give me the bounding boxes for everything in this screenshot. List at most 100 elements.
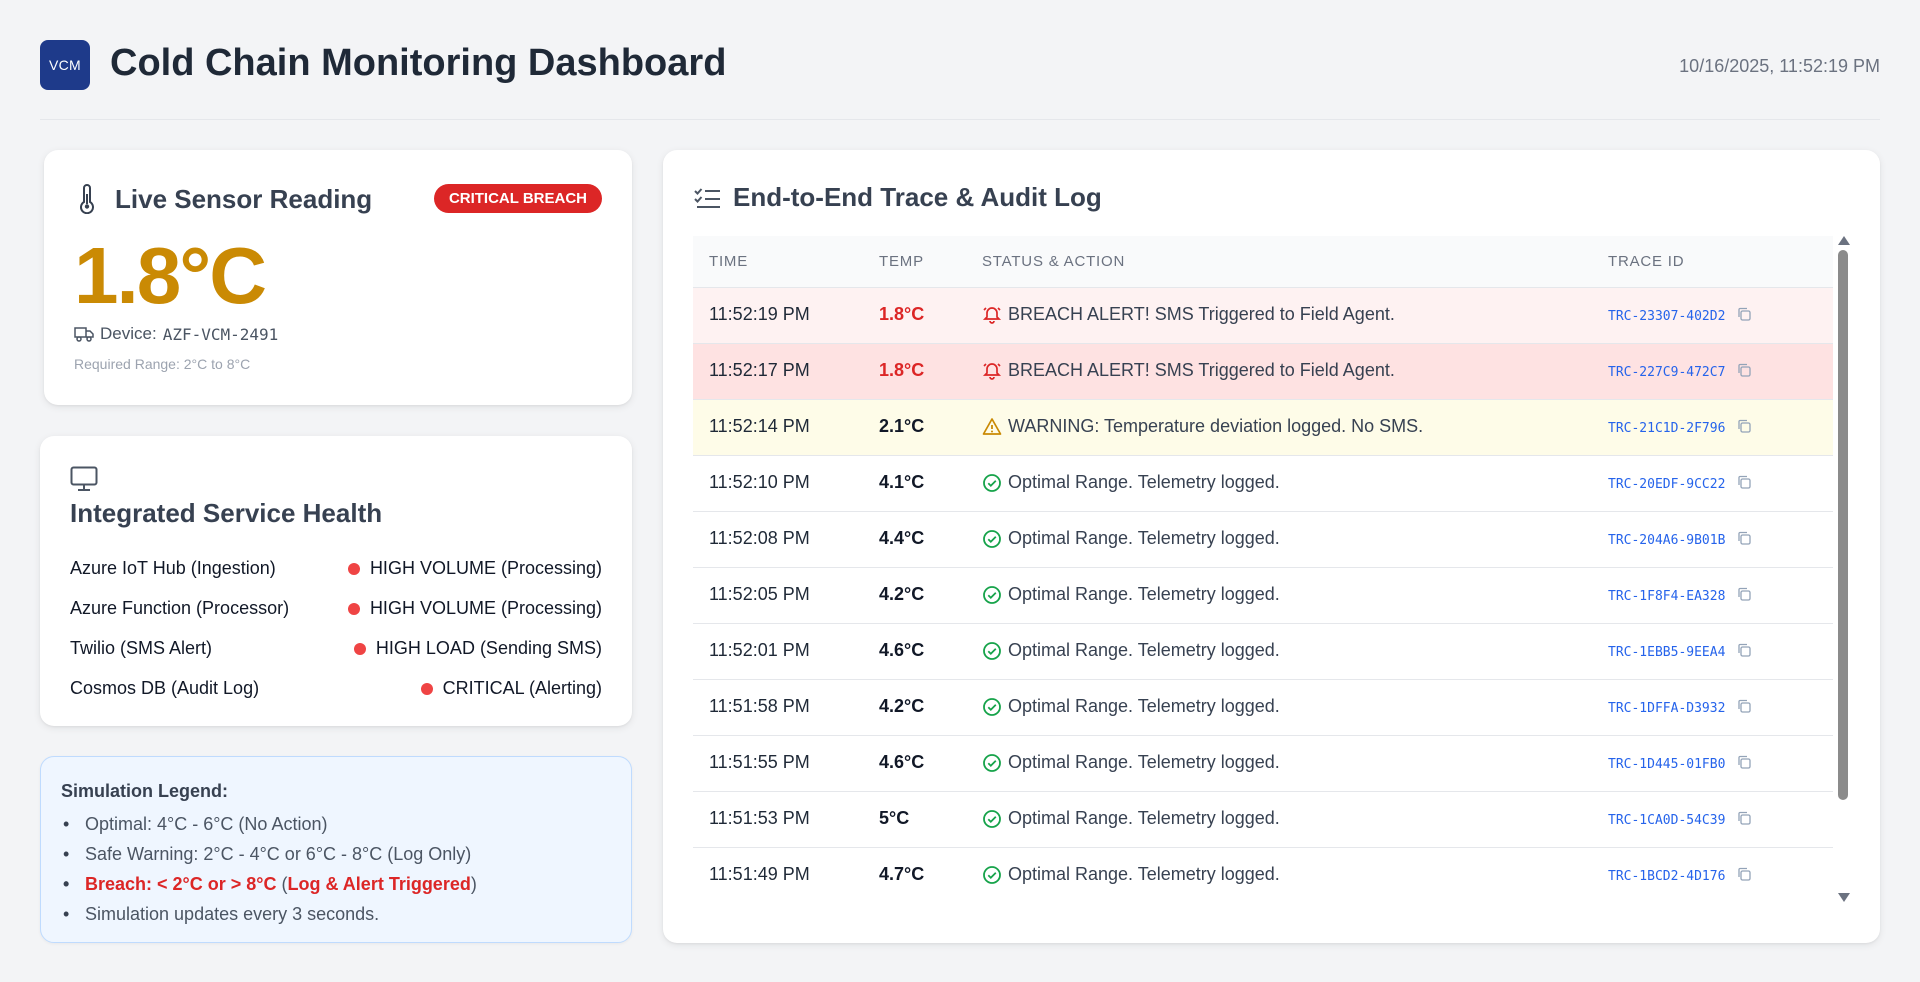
row-trace-id: TRC-1F8F4-EA328 bbox=[1608, 588, 1726, 604]
table-row[interactable]: 11:52:19 PM 1.8°C BREACH ALERT! SMS Trigge… bbox=[693, 288, 1833, 344]
copy-icon[interactable] bbox=[1737, 811, 1752, 829]
row-time: 11:51:55 PM bbox=[709, 752, 810, 772]
trace-audit-log-card: End-to-End Trace & Audit Log TIME TEMP S… bbox=[663, 150, 1880, 943]
service-status-text: HIGH LOAD (Sending SMS) bbox=[375, 638, 602, 658]
table-row[interactable]: 11:52:01 PM 4.6°C Optimal Range. Telemetry… bbox=[693, 624, 1833, 680]
row-trace-id: TRC-227C9-472C7 bbox=[1608, 364, 1726, 380]
scroll-up-arrow[interactable] bbox=[1838, 236, 1850, 245]
page-header: VCM Cold Chain Monitoring Dashboard 10/1… bbox=[40, 24, 1880, 120]
legend-list: Optimal: 4°C - 6°C (No Action) Safe Warn… bbox=[61, 809, 477, 929]
legend-title: Simulation Legend: bbox=[61, 781, 229, 801]
scroll-thumb[interactable] bbox=[1838, 250, 1848, 800]
check-circle-icon bbox=[983, 697, 1001, 716]
log-card-title: End-to-End Trace & Audit Log bbox=[733, 182, 1102, 212]
table-row[interactable]: 11:51:53 PM 5°C Optimal Range. Telemetry l… bbox=[693, 792, 1833, 848]
table-row[interactable]: 11:52:17 PM 1.8°C BREACH ALERT! SMS Trigge… bbox=[693, 344, 1833, 400]
service-status: HIGH VOLUME (Processing) bbox=[347, 598, 602, 619]
log-scrollbar[interactable] bbox=[1836, 236, 1850, 902]
copy-icon[interactable] bbox=[1737, 419, 1752, 437]
row-status-text: Optimal Range. Telemetry logged. bbox=[1008, 528, 1280, 548]
scroll-down-arrow[interactable] bbox=[1838, 893, 1850, 902]
copy-icon[interactable] bbox=[1737, 587, 1752, 605]
thermometer-icon bbox=[76, 184, 98, 219]
row-status: WARNING: Temperature deviation logged. N… bbox=[982, 416, 1423, 437]
row-trace-id: TRC-1BCD2-4D176 bbox=[1608, 868, 1726, 884]
row-trace: TRC-204A6-9B01B bbox=[1608, 531, 1752, 549]
breach-status-badge: CRITICAL BREACH bbox=[433, 184, 602, 213]
service-name: Cosmos DB (Audit Log) bbox=[70, 678, 260, 698]
row-temp: 1.8°C bbox=[879, 304, 925, 324]
audit-log-table: TIME TEMP STATUS & ACTION TRACE ID 11:52… bbox=[693, 236, 1833, 902]
live-sensor-card: Live Sensor Reading CRITICAL BREACH 1.8°… bbox=[44, 150, 632, 405]
table-row[interactable]: 11:52:14 PM 2.1°C WARNING: Temperature dev… bbox=[693, 400, 1833, 456]
row-time: 11:51:53 PM bbox=[709, 808, 810, 828]
row-status-text: BREACH ALERT! SMS Triggered to Field Age… bbox=[1008, 360, 1395, 380]
list-check-icon bbox=[694, 187, 722, 214]
copy-icon[interactable] bbox=[1737, 307, 1752, 325]
row-trace: TRC-1F8F4-EA328 bbox=[1608, 587, 1752, 605]
page-title: Cold Chain Monitoring Dashboard bbox=[110, 42, 727, 84]
row-status-text: Optimal Range. Telemetry logged. bbox=[1008, 864, 1280, 884]
row-status: BREACH ALERT! SMS Triggered to Field Age… bbox=[982, 360, 1395, 381]
row-trace: TRC-23307-402D2 bbox=[1608, 307, 1752, 325]
legend-breach-close: ) bbox=[470, 874, 477, 894]
status-dot bbox=[347, 562, 360, 575]
column-header-trace: TRACE ID bbox=[1608, 253, 1685, 270]
current-timestamp: 10/16/2025, 11:52:19 PM bbox=[1679, 56, 1880, 76]
logo-text: VCM bbox=[48, 57, 81, 73]
copy-icon[interactable] bbox=[1737, 867, 1752, 885]
warning-triangle-icon bbox=[982, 417, 1002, 435]
sensor-card-title: Live Sensor Reading bbox=[115, 184, 373, 214]
device-id: AZF-VCM-2491 bbox=[162, 324, 279, 344]
service-status-text: HIGH VOLUME (Processing) bbox=[369, 598, 602, 618]
device-label: Device: bbox=[100, 324, 157, 343]
service-name: Twilio (SMS Alert) bbox=[70, 638, 213, 658]
row-time: 11:52:19 PM bbox=[709, 304, 810, 324]
row-status-text: BREACH ALERT! SMS Triggered to Field Age… bbox=[1008, 304, 1395, 324]
required-range: Required Range: 2°C to 8°C bbox=[74, 356, 251, 372]
row-time: 11:52:17 PM bbox=[709, 360, 810, 380]
table-row[interactable]: 11:52:08 PM 4.4°C Optimal Range. Telemetry… bbox=[693, 512, 1833, 568]
row-temp: 4.2°C bbox=[879, 696, 925, 716]
row-trace: TRC-1CA0D-54C39 bbox=[1608, 811, 1752, 829]
row-status-text: Optimal Range. Telemetry logged. bbox=[1008, 752, 1280, 772]
current-temperature: 1.8°C bbox=[74, 231, 267, 320]
row-status: Optimal Range. Telemetry logged. bbox=[982, 640, 1280, 661]
row-trace: TRC-21C1D-2F796 bbox=[1608, 419, 1752, 437]
legend-item-breach: Breach: < 2°C or > 8°C (Log & Alert Trig… bbox=[61, 869, 477, 899]
row-status-text: Optimal Range. Telemetry logged. bbox=[1008, 584, 1280, 604]
row-time: 11:52:10 PM bbox=[709, 472, 810, 492]
status-dot bbox=[353, 642, 366, 655]
table-row[interactable]: 11:52:05 PM 4.2°C Optimal Range. Telemetry… bbox=[693, 568, 1833, 624]
row-status-text: WARNING: Temperature deviation logged. N… bbox=[1008, 416, 1424, 436]
row-status: BREACH ALERT! SMS Triggered to Field Age… bbox=[982, 304, 1395, 325]
service-health-card: Integrated Service Health Azure IoT Hub … bbox=[40, 436, 632, 726]
row-status: Optimal Range. Telemetry logged. bbox=[982, 752, 1280, 773]
check-circle-icon bbox=[983, 865, 1001, 884]
row-trace: TRC-20EDF-9CC22 bbox=[1608, 475, 1752, 493]
row-status-text: Optimal Range. Telemetry logged. bbox=[1008, 640, 1280, 660]
bell-alert-icon bbox=[982, 362, 1002, 380]
row-temp: 4.7°C bbox=[879, 864, 925, 884]
copy-icon[interactable] bbox=[1737, 755, 1752, 773]
copy-icon[interactable] bbox=[1737, 475, 1752, 493]
table-row[interactable]: 11:51:58 PM 4.2°C Optimal Range. Telemetry… bbox=[693, 680, 1833, 736]
row-time: 11:52:01 PM bbox=[709, 640, 810, 660]
table-row[interactable]: 11:52:10 PM 4.1°C Optimal Range. Telemetry… bbox=[693, 456, 1833, 512]
service-name: Azure Function (Processor) bbox=[70, 598, 290, 618]
device-line: Device: AZF-VCM-2491 bbox=[74, 324, 278, 344]
legend-breach-action: Log & Alert Triggered bbox=[287, 874, 471, 894]
legend-item-optimal: Optimal: 4°C - 6°C (No Action) bbox=[61, 809, 477, 839]
service-status: CRITICAL (Alerting) bbox=[420, 678, 602, 699]
table-row[interactable]: 11:51:49 PM 4.7°C Optimal Range. Telemetry… bbox=[693, 848, 1833, 902]
table-row[interactable]: 11:51:55 PM 4.6°C Optimal Range. Telemetry… bbox=[693, 736, 1833, 792]
row-trace: TRC-227C9-472C7 bbox=[1608, 363, 1752, 381]
row-trace-id: TRC-1EBB5-9EEA4 bbox=[1608, 644, 1726, 660]
row-trace-id: TRC-1D445-01FB0 bbox=[1608, 756, 1726, 772]
row-time: 11:51:58 PM bbox=[709, 696, 810, 716]
copy-icon[interactable] bbox=[1737, 643, 1752, 661]
copy-icon[interactable] bbox=[1737, 699, 1752, 717]
copy-icon[interactable] bbox=[1737, 363, 1752, 381]
service-status: HIGH LOAD (Sending SMS) bbox=[353, 638, 602, 659]
copy-icon[interactable] bbox=[1737, 531, 1752, 549]
